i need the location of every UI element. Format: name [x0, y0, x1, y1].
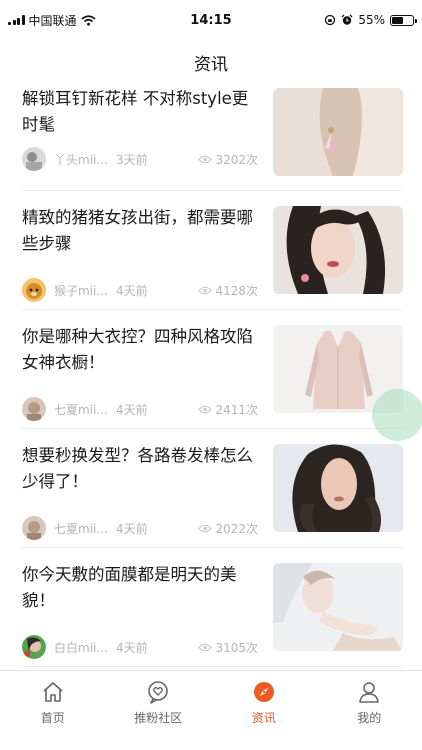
- article-title: 想要秒换发型？各路卷发棒怎么少得了！: [22, 446, 253, 491]
- page-title: 资讯: [194, 54, 228, 75]
- nav-bar: 资讯: [0, 40, 422, 84]
- author-avatar: [22, 635, 46, 659]
- view-count: 3105次: [198, 639, 258, 656]
- eye-icon: [198, 405, 213, 413]
- article-thumbnail[interactable]: [273, 206, 403, 294]
- view-count: 4128次: [198, 282, 258, 299]
- tab-news[interactable]: 资讯: [211, 671, 317, 750]
- signal-icon: [8, 15, 25, 25]
- author-name: 七夏mii...: [54, 402, 108, 417]
- author-name: 七夏mii...: [54, 521, 108, 536]
- article-item[interactable]: 你今天敷的面膜都是明天的美貌！ 白白mii... 4天前 3105次: [0, 548, 422, 667]
- post-time: 4天前: [116, 521, 148, 536]
- article-item[interactable]: 精致的猪猪女孩出街，都需要哪些步骤 猴子mii... 4天前 4128次: [0, 191, 422, 310]
- alarm-icon: [341, 14, 353, 25]
- author-name: 丫头mii...: [54, 152, 108, 167]
- article-meta: 七夏mii... 4天前 2411次: [22, 397, 258, 421]
- divider: [22, 666, 402, 667]
- tab-label: 推粉社区: [134, 711, 183, 725]
- article-meta: 白白mii... 4天前 3105次: [22, 635, 258, 659]
- article-item[interactable]: 解锁耳钉新花样 不对称style更时髦 丫头mii... 3天前 3202次: [0, 84, 422, 191]
- tab-home[interactable]: 首页: [0, 671, 106, 750]
- rotation-lock-icon: [325, 14, 336, 26]
- view-count: 3202次: [198, 151, 258, 168]
- article-title: 你今天敷的面膜都是明天的美貌！: [22, 565, 237, 610]
- author-avatar: [22, 397, 46, 421]
- article-thumbnail[interactable]: [273, 563, 403, 651]
- view-count-label: 3105次: [215, 640, 258, 655]
- compass-icon: [253, 682, 274, 702]
- tab-label: 资讯: [251, 711, 276, 725]
- eye-icon: [198, 286, 213, 294]
- view-count: 2022次: [198, 520, 258, 537]
- eye-icon: [198, 524, 213, 532]
- article-meta: 七夏mii... 4天前 2022次: [22, 516, 258, 540]
- battery-icon: [390, 14, 417, 26]
- view-count-label: 3202次: [215, 152, 258, 167]
- article-list[interactable]: 解锁耳钉新花样 不对称style更时髦 丫头mii... 3天前 3202次 精…: [0, 84, 422, 670]
- view-count-label: 4128次: [215, 283, 258, 298]
- battery-percent: 55%: [358, 13, 385, 27]
- author-name: 白白mii...: [54, 640, 108, 655]
- carrier-label: 中国联通: [28, 13, 77, 28]
- profile-icon: [359, 682, 380, 703]
- home-icon: [43, 682, 63, 702]
- article-title: 精致的猪猪女孩出街，都需要哪些步骤: [22, 208, 253, 253]
- author-avatar: [22, 147, 46, 171]
- article-title: 解锁耳钉新花样 不对称style更时髦: [22, 89, 249, 134]
- article-thumbnail[interactable]: [273, 88, 403, 176]
- status-right: 55%: [324, 13, 417, 27]
- eye-icon: [198, 155, 213, 163]
- status-left: 中国联通: [8, 12, 96, 29]
- tab-label: 我的: [357, 711, 382, 725]
- article-item[interactable]: 想要秒换发型？各路卷发棒怎么少得了！ 七夏mii... 4天前 2022次: [0, 429, 422, 548]
- view-count-label: 2411次: [215, 402, 258, 417]
- tab-label: 首页: [40, 711, 65, 725]
- post-time: 4天前: [116, 640, 148, 655]
- author-avatar: [22, 516, 46, 540]
- author-name: 猴子mii...: [54, 283, 108, 298]
- tab-bar: 首页 推粉社区 资讯 我的: [0, 670, 422, 750]
- wifi-icon: [80, 14, 96, 26]
- view-count-label: 2022次: [215, 521, 258, 536]
- eye-icon: [198, 643, 213, 651]
- status-bar: 中国联通 14:15 55%: [0, 0, 422, 40]
- tab-profile[interactable]: 我的: [317, 671, 422, 750]
- post-time: 3天前: [116, 152, 148, 167]
- view-count: 2411次: [198, 401, 258, 418]
- post-time: 4天前: [116, 283, 148, 298]
- post-time: 4天前: [116, 402, 148, 417]
- tab-community[interactable]: 推粉社区: [106, 671, 212, 750]
- author-avatar: [22, 278, 46, 302]
- article-thumbnail[interactable]: [273, 444, 403, 532]
- article-meta: 丫头mii... 3天前 3202次: [22, 147, 258, 171]
- floating-assistive-button[interactable]: [372, 389, 422, 441]
- community-icon: [148, 681, 169, 704]
- article-title: 你是哪种大衣控？四种风格攻陷女神衣橱！: [22, 327, 253, 372]
- article-meta: 猴子mii... 4天前 4128次: [22, 278, 258, 302]
- article-item[interactable]: 你是哪种大衣控？四种风格攻陷女神衣橱！ 七夏mii... 4天前 2411次: [0, 310, 422, 429]
